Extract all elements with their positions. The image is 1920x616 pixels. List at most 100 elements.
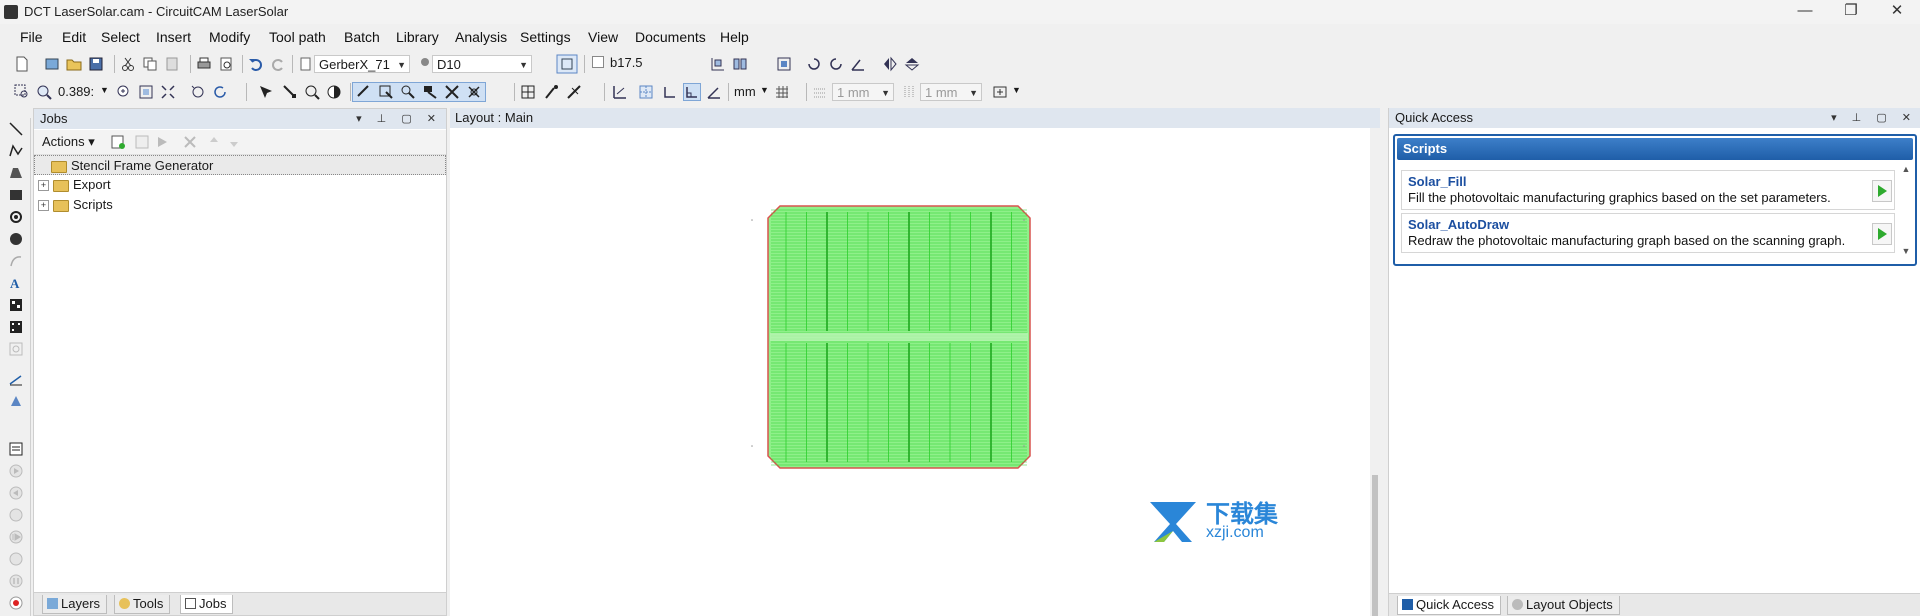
ring-tool-icon[interactable] (9, 210, 23, 224)
tab-quick-access[interactable]: Quick Access (1397, 596, 1502, 615)
unit-selector[interactable]: mm (734, 84, 756, 99)
zoom-window-icon[interactable] (14, 84, 30, 100)
pause-icon[interactable] (9, 574, 23, 588)
step-out-icon[interactable] (9, 552, 23, 566)
select-mode-line-icon[interactable] (356, 84, 372, 100)
step-into-icon[interactable] (9, 530, 23, 544)
run-icon[interactable] (9, 464, 23, 478)
snap-grid-icon[interactable] (520, 84, 536, 100)
arc-tool-icon[interactable] (9, 254, 23, 268)
redo-icon[interactable] (270, 56, 286, 72)
scripts-group-header[interactable]: Scripts (1397, 138, 1913, 160)
script-item-solar-autodraw[interactable]: Solar_AutoDraw Redraw the photovoltaic m… (1401, 213, 1895, 253)
rotate-angle-icon[interactable] (850, 56, 866, 72)
select-mode-star-icon[interactable] (444, 84, 460, 100)
zoom-dropdown-arrow[interactable]: ▼ (100, 85, 109, 95)
snap-midpoint-icon[interactable] (566, 84, 582, 100)
drill-tool-icon[interactable] (9, 394, 23, 408)
paste-icon[interactable] (164, 56, 180, 72)
datamatrix-tool-icon[interactable] (9, 298, 23, 312)
select-mode-box-icon[interactable] (378, 84, 394, 100)
select-mode-zoom-icon[interactable] (400, 84, 416, 100)
menu-settings[interactable]: Settings (520, 29, 571, 45)
rectangle-tool-icon[interactable] (9, 188, 23, 202)
menu-help[interactable]: Help (720, 29, 749, 45)
redraw-icon[interactable] (212, 84, 228, 100)
print-preview-icon[interactable] (218, 56, 234, 72)
add-job-icon[interactable] (110, 134, 126, 150)
scripts-scroll-down[interactable]: ▼ (1899, 246, 1913, 260)
measure-tool-icon[interactable] (9, 372, 23, 386)
menu-toolpath[interactable]: Tool path (269, 29, 326, 45)
select-mode-flag-icon[interactable] (422, 84, 438, 100)
script-item-solar-fill[interactable]: Solar_Fill Fill the photovoltaic manufac… (1401, 170, 1895, 210)
contrast-icon[interactable] (326, 84, 342, 100)
circle-tool-icon[interactable] (9, 232, 23, 246)
menu-insert[interactable]: Insert (156, 29, 191, 45)
open-folder-icon[interactable] (66, 56, 82, 72)
layer-field[interactable]: b17.5 (610, 55, 643, 70)
move-down-icon[interactable] (226, 134, 242, 150)
script-name[interactable]: Solar_AutoDraw (1408, 217, 1509, 232)
cut-icon[interactable] (120, 56, 136, 72)
snap-perpendicular-icon[interactable] (683, 83, 701, 101)
record-icon[interactable] (9, 596, 23, 610)
polyline-tool-icon[interactable] (9, 144, 23, 158)
menu-batch[interactable]: Batch (344, 29, 380, 45)
menu-library[interactable]: Library (396, 29, 439, 45)
layout-scroll-thumb[interactable] (1372, 475, 1378, 616)
zoom-fit-icon[interactable] (160, 84, 176, 100)
zoom-extents-icon[interactable] (138, 84, 154, 100)
restore-button[interactable]: ❐ (1828, 0, 1874, 24)
run-job-icon[interactable] (154, 134, 170, 150)
zoom-icon[interactable] (36, 84, 52, 100)
move-up-icon[interactable] (206, 134, 222, 150)
tab-layout-objects[interactable]: Layout Objects (1507, 596, 1620, 615)
new-file-icon[interactable] (14, 56, 30, 72)
zoom-select-icon[interactable] (304, 84, 320, 100)
snap-endpoint-icon[interactable] (544, 84, 560, 100)
display-options-arrow[interactable]: ▼ (1012, 85, 1021, 95)
group-icon[interactable] (776, 56, 792, 72)
step-over-icon[interactable] (9, 508, 23, 522)
menu-analysis[interactable]: Analysis (455, 29, 507, 45)
menu-documents[interactable]: Documents (635, 29, 706, 45)
menu-select[interactable]: Select (101, 29, 140, 45)
quick-access-controls[interactable]: ▾ ⊥ ▢ ✕ (1831, 108, 1917, 128)
fiducial-tool-icon[interactable] (9, 342, 23, 356)
snap-angle-icon[interactable] (706, 84, 722, 100)
zoom-previous-icon[interactable] (190, 84, 206, 100)
tree-item-stencil-frame-generator[interactable]: Stencil Frame Generator (34, 155, 446, 175)
menu-file[interactable]: File (20, 29, 43, 45)
step-back-icon[interactable] (9, 486, 23, 500)
save-icon[interactable] (88, 56, 104, 72)
grid-y-combo[interactable]: 1 mm ▼ (920, 83, 982, 101)
tab-tools[interactable]: Tools (114, 595, 171, 614)
rotate-left-icon[interactable] (806, 56, 822, 72)
aperture-combo[interactable]: GerberX_71 ▼ (314, 55, 410, 73)
close-button[interactable]: ✕ (1874, 0, 1920, 24)
expand-icon[interactable]: + (38, 200, 49, 212)
script-name[interactable]: Solar_Fill (1408, 174, 1467, 189)
measure-icon[interactable] (612, 84, 628, 100)
minimize-button[interactable]: — (1782, 0, 1828, 24)
mirror-horizontal-icon[interactable] (882, 56, 898, 72)
print-icon[interactable] (196, 56, 212, 72)
delete-job-icon[interactable] (182, 134, 198, 150)
line-tool-icon[interactable] (9, 122, 23, 136)
snap-corner-icon[interactable] (662, 84, 678, 100)
qrcode-tool-icon[interactable] (9, 320, 23, 334)
run-script-button[interactable] (1872, 223, 1892, 245)
tool-combo[interactable]: D10 ▼ (432, 55, 532, 73)
layout-canvas[interactable]: 下载集 xzji.com (450, 128, 1380, 616)
run-script-button[interactable] (1872, 180, 1892, 202)
script-editor-icon[interactable] (9, 442, 23, 456)
align-icon[interactable] (710, 56, 726, 72)
layer-checkbox[interactable] (592, 56, 604, 68)
display-options-icon[interactable] (992, 84, 1008, 100)
job-properties-icon[interactable] (134, 134, 150, 150)
menu-modify[interactable]: Modify (209, 29, 250, 45)
text-tool-icon[interactable]: A (9, 276, 23, 290)
tree-item-scripts[interactable]: + Scripts (34, 195, 450, 215)
tab-layers[interactable]: Layers (42, 595, 108, 614)
